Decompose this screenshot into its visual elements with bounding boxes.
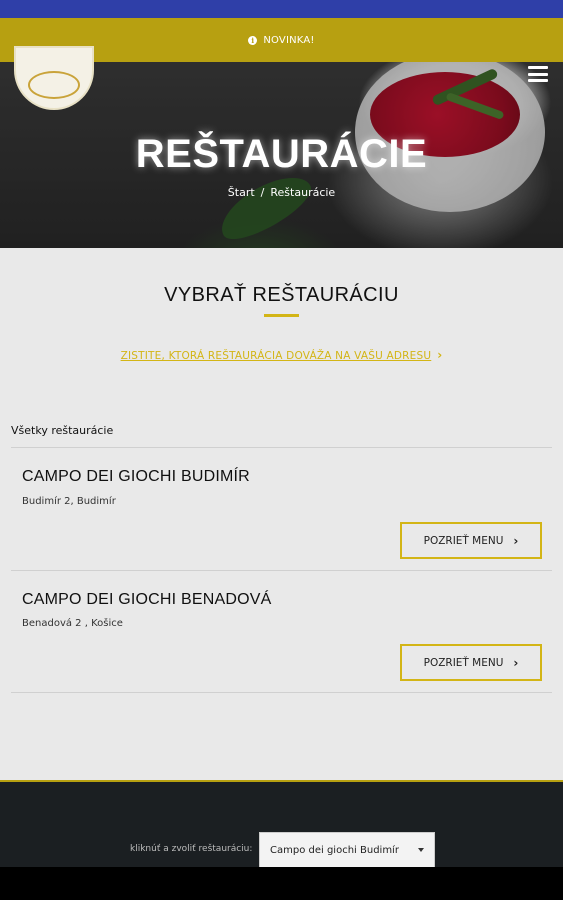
breadcrumb-current: Reštaurácie	[270, 186, 336, 199]
footer: kliknúť a zvoliť reštauráciu: Campo dei …	[0, 780, 563, 868]
restaurant-select[interactable]: Campo dei giochi Budimír	[259, 832, 435, 868]
chevron-right-icon: ›	[513, 533, 519, 548]
restaurant-name: CAMPO DEI GIOCHI BUDIMÍR	[22, 468, 250, 485]
page-title: REŠTAURÁCIE	[135, 132, 428, 176]
heading-underline	[264, 314, 299, 317]
divider	[11, 570, 552, 571]
status-bar	[0, 0, 563, 18]
breadcrumb-home-link[interactable]: Štart	[228, 186, 255, 199]
list-label: Všetky reštaurácie	[11, 424, 114, 437]
info-icon: i	[248, 35, 258, 45]
restaurant-select-label: kliknúť a zvoliť reštauráciu:	[130, 844, 253, 854]
view-menu-button[interactable]: POZRIEŤ MENU ›	[400, 644, 542, 681]
main-content: VYBRAŤ REŠTAURÁCIU ZISTITE, KTORÁ REŠTAU…	[0, 248, 563, 780]
promo-label: NOVINKA!	[263, 34, 315, 46]
restaurant-address: Budimír 2, Budimír	[22, 496, 116, 507]
hamburger-menu-icon[interactable]	[528, 66, 548, 82]
address-check-link[interactable]: ZISTITE, KTORÁ REŠTAURÁCIA DOVÁŽA NA VAŠ…	[0, 348, 563, 362]
restaurant-address: Benadová 2 , Košice	[22, 618, 123, 629]
navigation-bar	[0, 867, 563, 900]
section-heading: VYBRAŤ REŠTAURÁCIU	[164, 284, 399, 306]
view-menu-button[interactable]: POZRIEŤ MENU ›	[400, 522, 542, 559]
chevron-right-icon: ›	[437, 348, 443, 362]
breadcrumb: Štart / Reštaurácie	[0, 186, 563, 199]
chevron-right-icon: ›	[513, 655, 519, 670]
breadcrumb-separator: /	[260, 186, 265, 199]
divider	[11, 447, 552, 448]
caret-down-icon	[418, 848, 424, 852]
divider	[11, 692, 552, 693]
restaurant-name: CAMPO DEI GIOCHI BENADOVÁ	[22, 591, 272, 608]
